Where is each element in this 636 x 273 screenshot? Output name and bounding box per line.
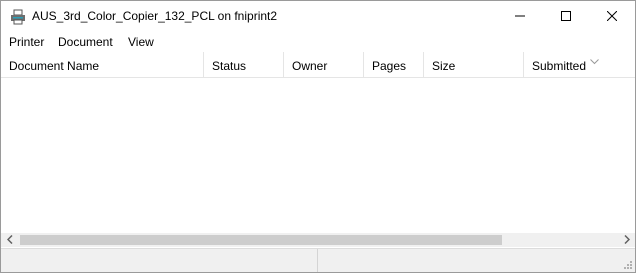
maximize-button[interactable]: [543, 1, 589, 32]
scroll-right-button[interactable]: [618, 233, 635, 247]
menu-view[interactable]: View: [128, 35, 154, 49]
minimize-button[interactable]: [497, 1, 543, 32]
column-header-status[interactable]: Status: [204, 52, 284, 78]
list-header: Document Name Status Owner Pages Size Su…: [1, 52, 635, 78]
print-queue-window: AUS_3rd_Color_Copier_132_PCL on fniprint…: [0, 0, 636, 273]
menu-bar: Printer Document View: [1, 32, 635, 52]
window-title: AUS_3rd_Color_Copier_132_PCL on fniprint…: [32, 9, 278, 23]
chevron-left-icon: [6, 233, 13, 247]
resize-grip-icon[interactable]: [621, 258, 633, 270]
scroll-left-button[interactable]: [1, 233, 18, 247]
title-bar[interactable]: AUS_3rd_Color_Copier_132_PCL on fniprint…: [1, 1, 635, 32]
close-button[interactable]: [589, 1, 635, 32]
column-header-document-name[interactable]: Document Name: [1, 52, 204, 78]
column-header-size[interactable]: Size: [424, 52, 524, 78]
chevron-right-icon: [623, 233, 630, 247]
status-pane-left: [1, 249, 318, 272]
menu-printer[interactable]: Printer: [9, 35, 44, 49]
status-pane-right: [319, 249, 635, 272]
minimize-icon: [515, 10, 525, 24]
horizontal-scrollbar[interactable]: [1, 233, 635, 247]
scrollbar-thumb[interactable]: [20, 235, 502, 245]
printer-icon[interactable]: [10, 9, 26, 25]
document-list[interactable]: Document Name Status Owner Pages Size Su…: [1, 52, 635, 233]
status-bar: [1, 248, 635, 272]
menu-document[interactable]: Document: [58, 35, 113, 49]
column-header-owner[interactable]: Owner: [284, 52, 364, 78]
column-header-pages[interactable]: Pages: [364, 52, 424, 78]
chevron-down-icon: [590, 54, 599, 65]
close-icon: [606, 10, 618, 24]
column-header-submitted[interactable]: Submitted: [524, 52, 635, 78]
maximize-icon: [561, 10, 571, 24]
